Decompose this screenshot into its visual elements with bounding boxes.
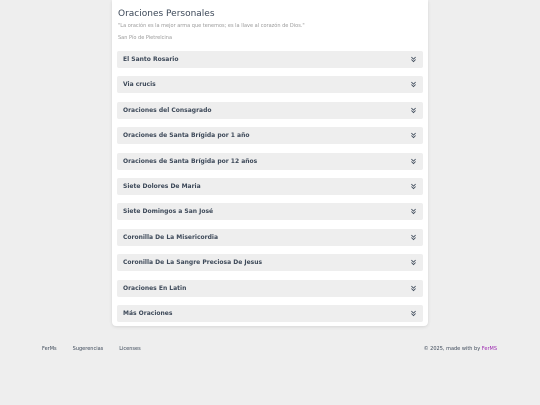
- accordion-item-label: Via crucis: [123, 81, 156, 89]
- footer-links: FerMs Sugerencias Licenses: [42, 346, 157, 352]
- accordion-item-label: El Santo Rosario: [123, 56, 179, 63]
- chevron-double-down-icon: [410, 158, 417, 165]
- accordion-item-label: Siete Domingos a San José: [123, 208, 214, 216]
- accordion-item-santo-rosario[interactable]: El Santo Rosario: [117, 51, 423, 68]
- chevron-double-down-icon: [410, 285, 417, 292]
- footer-copyright: © 2025, made with by FerMS: [424, 346, 497, 352]
- chevron-double-down-icon: [410, 208, 417, 215]
- accordion-item-latin[interactable]: Oraciones En Latin: [117, 279, 423, 297]
- accordion-item-sangre-preciosa[interactable]: Coronilla De La Sangre Preciosa De Jesus: [117, 254, 423, 272]
- prayers-accordion: El Santo Rosario Via crucis Oraciones de…: [117, 51, 423, 330]
- accordion-item-via-crucis[interactable]: Via crucis: [117, 76, 423, 94]
- footer-link-sugerencias[interactable]: Sugerencias: [73, 346, 104, 352]
- footer: FerMs Sugerencias Licenses © 2025, made …: [0, 344, 540, 356]
- chevron-double-down-icon: [410, 81, 417, 88]
- brand-link[interactable]: FerMS: [482, 346, 497, 352]
- chevron-double-down-icon: [410, 183, 417, 190]
- chevron-double-down-icon: [410, 107, 417, 114]
- accordion-item-siete-domingos[interactable]: Siete Domingos a San José: [117, 203, 423, 221]
- chevron-double-down-icon: [410, 132, 417, 139]
- chevron-double-down-icon: [410, 56, 417, 63]
- accordion-item-label: Más Oraciones: [123, 309, 173, 317]
- accordion-item-label: Coronilla De La Misericordia: [123, 233, 219, 241]
- accordion-item-label: Siete Dolores De Maria: [123, 182, 201, 190]
- accordion-item-santa-brigida-12[interactable]: Oraciones de Santa Brígida por 12 años: [117, 152, 423, 170]
- accordion-item-label: Oraciones de Santa Brígida por 1 año: [123, 132, 250, 140]
- quote-text: "La oración es la mejor arma que tenemos…: [118, 23, 305, 29]
- quote-author: San Pío de Pietrelcina: [118, 35, 173, 41]
- accordion-item-siete-dolores[interactable]: Siete Dolores De Maria: [117, 177, 423, 195]
- footer-link-ferms[interactable]: FerMs: [42, 346, 57, 352]
- chevron-double-down-icon: [410, 234, 417, 241]
- accordion-item-misericordia[interactable]: Coronilla De La Misericordia: [117, 228, 423, 246]
- accordion-item-label: Oraciones En Latin: [123, 284, 187, 292]
- accordion-item-consagrado[interactable]: Oraciones del Consagrado: [117, 101, 423, 119]
- chevron-double-down-icon: [410, 259, 417, 266]
- chevron-double-down-icon: [410, 310, 417, 317]
- accordion-item-mas-oraciones[interactable]: Más Oraciones: [117, 304, 423, 322]
- accordion-item-label: Coronilla De La Sangre Preciosa De Jesus: [123, 259, 263, 267]
- footer-link-licenses[interactable]: Licenses: [119, 346, 140, 352]
- accordion-item-label: Oraciones del Consagrado: [123, 106, 212, 114]
- page-title: Oraciones Personales: [118, 9, 215, 19]
- copyright-text: © 2025, made with by: [423, 346, 482, 352]
- main-card: Oraciones Personales "La oración es la m…: [112, 0, 428, 326]
- card-header: Oraciones Personales "La oración es la m…: [112, 0, 428, 41]
- accordion-item-label: Oraciones de Santa Brígida por 12 años: [123, 157, 258, 165]
- accordion-item-santa-brigida-1[interactable]: Oraciones de Santa Brígida por 1 año: [117, 127, 423, 145]
